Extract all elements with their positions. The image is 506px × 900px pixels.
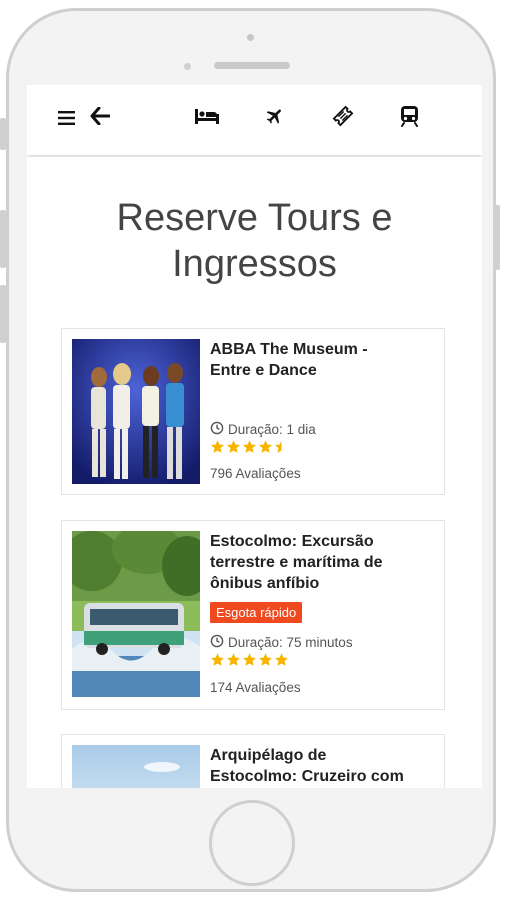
duration-text: Duração: 75 minutos [228, 635, 353, 650]
reviews-count: 174 Avaliações [210, 680, 301, 695]
ticket-icon[interactable] [331, 104, 355, 128]
tour-duration: Duração: 75 minutos [210, 634, 353, 651]
duration-text: Duração: 1 dia [228, 422, 316, 437]
front-camera [247, 34, 254, 41]
hotel-bed-icon[interactable] [193, 104, 221, 128]
top-navigation-bar [27, 85, 482, 155]
power-button [494, 205, 500, 270]
clock-icon [210, 421, 224, 438]
selling-fast-badge: Esgota rápido [210, 602, 303, 623]
app-screen: Reserve Tours e Ingressos ABBA The Museu… [27, 85, 482, 788]
tour-image-amphibious-bus [72, 531, 200, 697]
tour-title[interactable]: Estocolmo: Excursão terrestre e marítima… [210, 531, 440, 594]
tour-title-line: ônibus anfíbio [210, 575, 320, 592]
tour-duration: Duração: 1 dia [210, 421, 316, 438]
tour-title[interactable]: Arquipélago de Estocolmo: Cruzeiro com [210, 745, 440, 787]
tour-card-archipelago-cruise[interactable]: Arquipélago de Estocolmo: Cruzeiro com [61, 734, 445, 788]
star-icon [242, 440, 257, 453]
tour-title-line: Entre e Dance [210, 362, 317, 379]
tour-title-line: Arquipélago de [210, 747, 327, 764]
star-rating [210, 439, 289, 454]
tour-title-line: Estocolmo: Cruzeiro com [210, 768, 404, 785]
star-icon [242, 653, 257, 666]
star-icon [210, 440, 225, 453]
tour-image-archipelago [72, 745, 200, 788]
proximity-sensor [184, 63, 191, 70]
tour-title-line: terrestre e marítima de [210, 554, 383, 571]
star-icon [226, 440, 241, 453]
mute-switch [0, 118, 6, 150]
star-icon [210, 653, 225, 666]
star-icon [258, 440, 273, 453]
star-icon [226, 653, 241, 666]
star-icon [274, 653, 289, 666]
tour-card-amphibious-bus[interactable]: Estocolmo: Excursão terrestre e marítima… [61, 520, 445, 710]
main-content: Reserve Tours e Ingressos ABBA The Museu… [27, 157, 482, 788]
volume-up-button [0, 210, 6, 268]
star-icon [258, 653, 273, 666]
back-arrow-icon[interactable] [88, 104, 112, 128]
star-rating [210, 652, 289, 667]
volume-down-button [0, 285, 6, 343]
page-title-line: Ingressos [172, 243, 337, 285]
star-half-icon [274, 440, 282, 453]
page-title-line: Reserve Tours e [116, 197, 393, 239]
tour-title[interactable]: ABBA The Museum - Entre e Dance [210, 339, 440, 381]
train-icon[interactable] [397, 103, 421, 129]
reviews-count: 796 Avaliações [210, 466, 301, 481]
tour-card-abba[interactable]: ABBA The Museum - Entre e Dance Duração:… [61, 328, 445, 495]
flight-icon[interactable] [263, 104, 287, 128]
tour-title-line: ABBA The Museum - [210, 341, 368, 358]
clock-icon [210, 634, 224, 651]
page-title: Reserve Tours e Ingressos [27, 195, 482, 287]
menu-icon[interactable] [55, 107, 77, 129]
home-button[interactable] [209, 800, 295, 886]
earpiece-speaker [214, 62, 290, 69]
tour-image-abba [72, 339, 200, 484]
tour-title-line: Estocolmo: Excursão [210, 533, 374, 550]
